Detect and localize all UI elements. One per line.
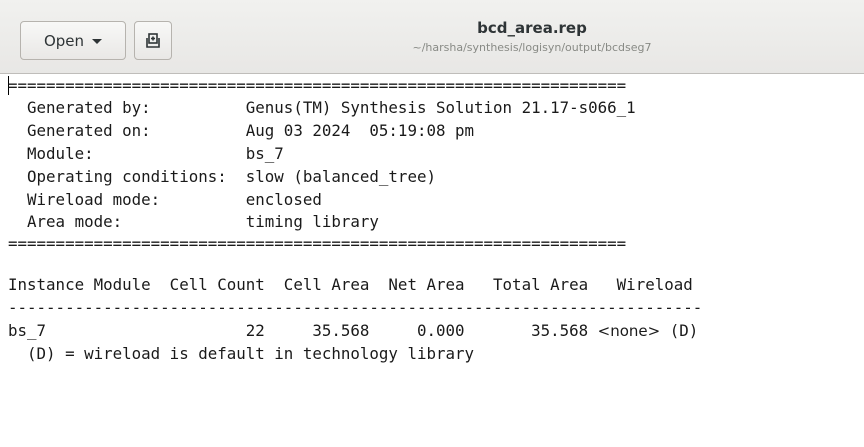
table-header-line: Instance Module Cell Count Cell Area Net… [8,275,693,294]
text-editor[interactable]: ========================================… [0,74,864,447]
generated-on-line: Generated on: Aug 03 2024 05:19:08 pm [8,121,475,140]
wireload-mode-line: Wireload mode: enclosed [8,190,322,209]
title-block: bcd_area.rep ~/harsha/synthesis/logisyn/… [320,18,744,56]
new-document-button[interactable] [134,21,172,60]
gedit-window: Open bcd_area.rep ~/harsha/synthesis/log… [0,0,864,447]
chevron-down-icon [92,39,103,44]
document-title: bcd_area.rep [477,19,587,37]
new-document-icon [146,32,160,48]
area-mode-line: Area mode: timing library [8,212,379,231]
separator-line-top: ========================================… [8,76,627,95]
table-row-values: bs_7 22 35.568 0.000 35.568 [8,321,598,340]
header-bar: Open bcd_area.rep ~/harsha/synthesis/log… [0,0,864,74]
generated-by-line: Generated by: Genus(TM) Synthesis Soluti… [8,98,636,117]
open-button-label: Open [43,31,85,50]
table-row-wireload-suffix: (D) [660,321,699,340]
table-row-line: bs_7 22 35.568 0.000 35.568 <none> (D) [8,319,698,342]
table-row-wireload: <none> [597,322,661,340]
footnote-line: (D) = wireload is default in technology … [8,344,475,363]
document-path: ~/harsha/synthesis/logisyn/output/bcdseg… [412,41,652,54]
open-button[interactable]: Open [20,21,126,60]
table-rule-line: ----------------------------------------… [8,298,703,317]
separator-line-bottom: ========================================… [8,234,627,253]
operating-conditions-line: Operating conditions: slow (balanced_tre… [8,167,436,186]
module-line: Module: bs_7 [8,144,284,163]
